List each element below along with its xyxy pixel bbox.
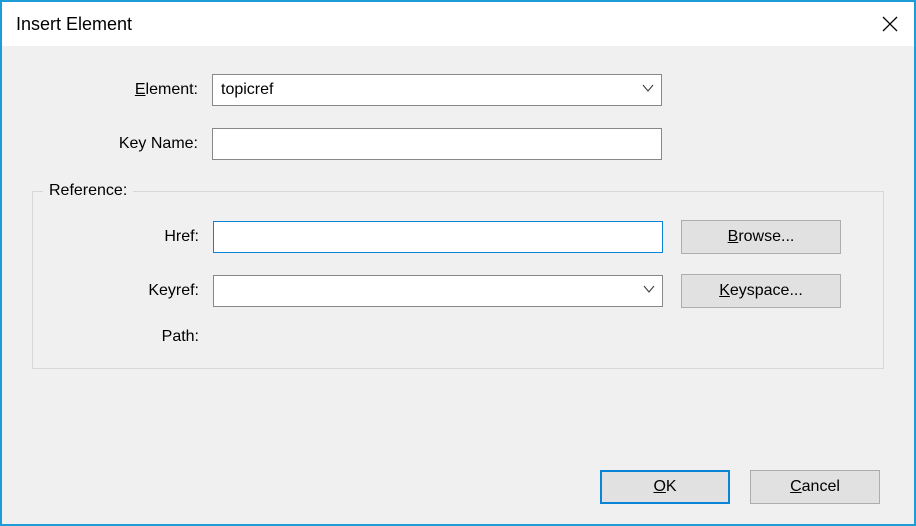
dialog-window: Insert Element Element: topicref Key Nam… bbox=[0, 0, 916, 526]
keyname-input[interactable] bbox=[212, 128, 662, 160]
keyspace-button[interactable]: Keyspace... bbox=[681, 274, 841, 308]
chevron-down-icon bbox=[641, 81, 655, 100]
href-row: Href: Browse... bbox=[33, 220, 865, 254]
close-button[interactable] bbox=[866, 2, 914, 46]
reference-legend: Reference: bbox=[43, 182, 133, 200]
titlebar: Insert Element bbox=[2, 2, 914, 46]
keyname-label: Key Name: bbox=[32, 135, 212, 153]
element-row: Element: topicref bbox=[32, 74, 884, 106]
keyref-label: Keyref: bbox=[33, 282, 213, 300]
path-label: Path: bbox=[33, 328, 213, 346]
dialog-footer: OK Cancel bbox=[32, 470, 884, 504]
chevron-down-icon bbox=[642, 282, 656, 301]
element-combobox[interactable]: topicref bbox=[212, 74, 662, 106]
href-input[interactable] bbox=[213, 221, 663, 253]
keyref-row: Keyref: Keyspace... bbox=[33, 274, 865, 308]
keyref-combobox[interactable] bbox=[213, 275, 663, 307]
close-icon bbox=[882, 16, 898, 32]
element-value: topicref bbox=[221, 81, 641, 99]
browse-button[interactable]: Browse... bbox=[681, 220, 841, 254]
reference-group: Reference: Href: Browse... Keyref: bbox=[32, 182, 884, 369]
path-row: Path: bbox=[33, 328, 865, 346]
keyname-row: Key Name: bbox=[32, 128, 884, 160]
element-label: Element: bbox=[32, 81, 212, 99]
window-title: Insert Element bbox=[16, 14, 132, 35]
ok-button[interactable]: OK bbox=[600, 470, 730, 504]
href-label: Href: bbox=[33, 228, 213, 246]
cancel-button[interactable]: Cancel bbox=[750, 470, 880, 504]
dialog-content: Element: topicref Key Name: Reference: H… bbox=[2, 46, 914, 524]
